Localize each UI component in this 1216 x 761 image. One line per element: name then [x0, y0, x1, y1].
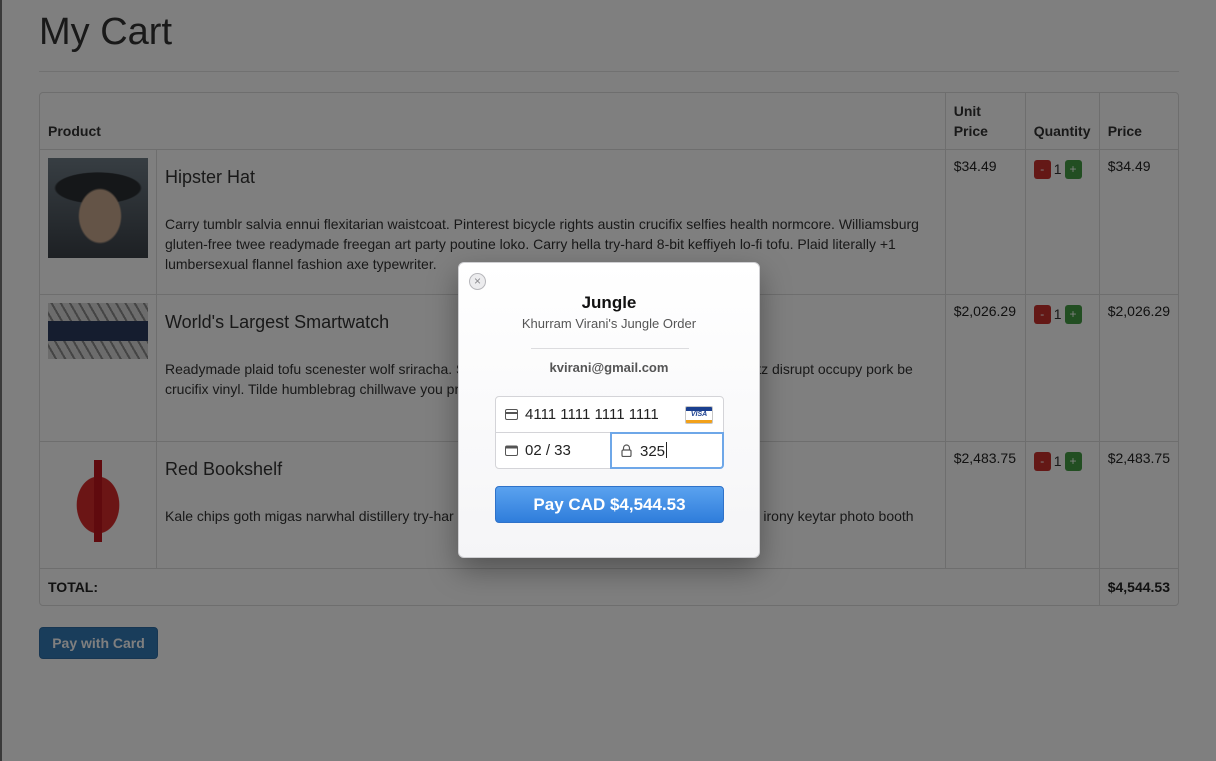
- credit-card-icon: [505, 409, 518, 420]
- pay-button[interactable]: Pay CAD $4,544.53: [495, 486, 724, 523]
- customer-email[interactable]: kvirani@gmail.com: [459, 360, 759, 376]
- modal-title: Jungle: [581, 293, 637, 312]
- cvc-value: 325: [640, 442, 668, 461]
- card-number-field[interactable]: 4111 1111 1111 1111 VISA: [495, 396, 724, 433]
- modal-divider: [531, 348, 689, 349]
- cvc-field[interactable]: 325: [610, 432, 724, 469]
- visa-card-icon: VISA: [685, 406, 713, 424]
- window-edge: [0, 0, 2, 761]
- calendar-icon: [505, 445, 518, 456]
- expiry-value: 02 / 33: [525, 442, 571, 459]
- modal-subtitle: Khurram Virani's Jungle Order: [521, 316, 697, 331]
- cvc-text: 325: [640, 443, 666, 460]
- expiry-field[interactable]: 02 / 33: [495, 432, 611, 469]
- text-caret: [666, 442, 668, 458]
- card-number-value: 4111 1111 1111 1111: [525, 406, 659, 423]
- lock-icon: [621, 444, 632, 457]
- close-icon[interactable]: ×: [469, 273, 486, 290]
- checkout-modal: × Jungle Khurram Virani's Jungle Order k…: [458, 262, 760, 558]
